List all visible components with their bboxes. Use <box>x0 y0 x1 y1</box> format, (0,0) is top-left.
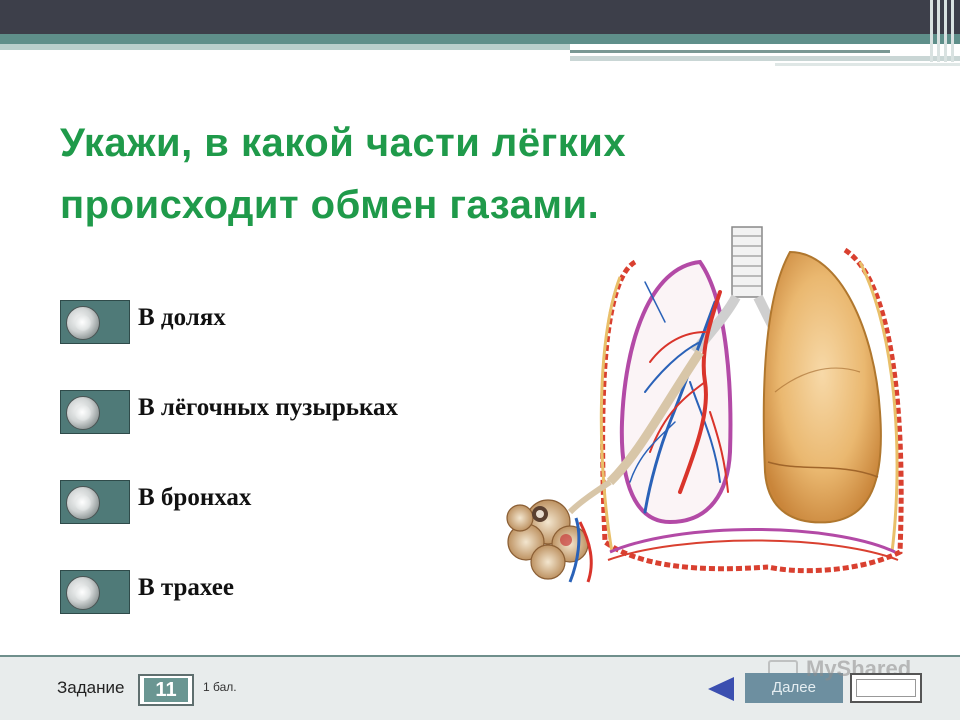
header-band-dark <box>0 0 960 34</box>
finish-button[interactable] <box>850 673 922 703</box>
option-radio-button[interactable] <box>60 480 130 524</box>
lungs-illustration <box>506 226 904 583</box>
option-label[interactable]: В бронхах <box>138 484 251 512</box>
triangle-left-icon[interactable] <box>706 675 736 703</box>
header-line <box>775 63 960 66</box>
option-label[interactable]: В лёгочных пузырьках <box>138 394 398 422</box>
task-number-box: 11 <box>138 674 194 706</box>
answer-option-2[interactable]: В лёгочных пузырьках <box>60 390 520 434</box>
radio-knob-icon <box>66 576 100 610</box>
radio-knob-icon <box>66 486 100 520</box>
option-radio-button[interactable] <box>60 570 130 614</box>
header-band-teal <box>0 34 960 44</box>
header-band-light <box>0 44 570 50</box>
answer-option-3[interactable]: В бронхах <box>60 480 520 524</box>
answer-option-4[interactable]: В трахее <box>60 570 520 614</box>
radio-knob-icon <box>66 396 100 430</box>
header-line <box>570 56 960 61</box>
option-radio-button[interactable] <box>60 390 130 434</box>
question-title: Укажи, в какой части лёгких происходит о… <box>60 121 627 227</box>
option-label[interactable]: В трахее <box>138 574 234 602</box>
option-label[interactable]: В долях <box>138 304 226 332</box>
task-number: 11 <box>144 678 188 702</box>
task-label: Задание <box>57 678 125 697</box>
points-label: 1 бал. <box>203 680 237 694</box>
option-radio-button[interactable] <box>60 300 130 344</box>
header-line <box>570 50 890 53</box>
answer-option-1[interactable]: В долях <box>60 300 520 344</box>
header-decor-bars <box>928 0 956 62</box>
radio-knob-icon <box>66 306 100 340</box>
